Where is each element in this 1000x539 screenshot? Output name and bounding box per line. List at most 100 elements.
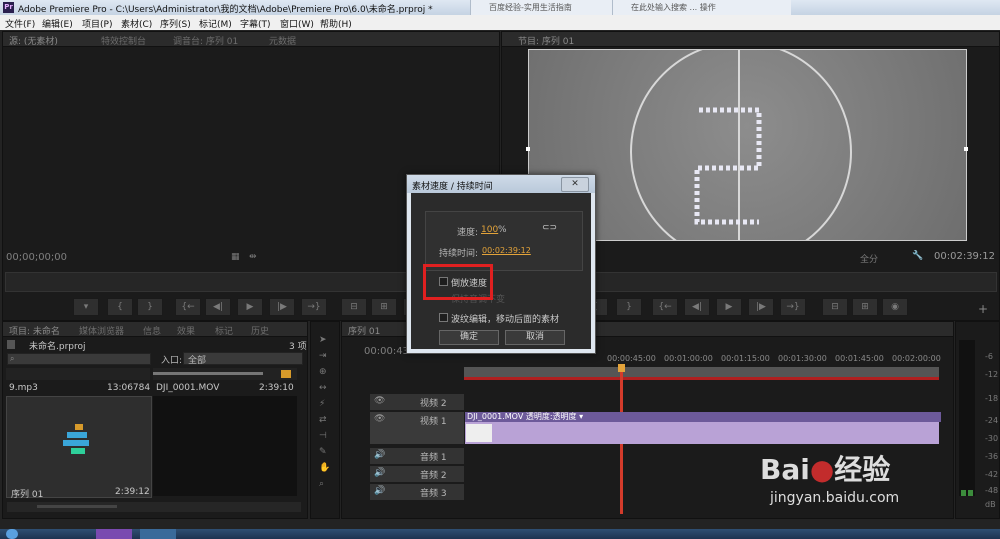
- ruler-tick-2: 00:01:00:00: [664, 354, 713, 363]
- project-panel: 项目: 未命名 媒体浏览器 信息 效果 标记 历史 未命名.prproj 3 项…: [2, 321, 308, 519]
- program-goto-in-button[interactable]: {←: [652, 298, 678, 316]
- menu-project[interactable]: 项目(P): [82, 17, 112, 30]
- project-item-name-3[interactable]: 序列 01: [11, 487, 43, 500]
- start-button[interactable]: [6, 529, 18, 539]
- menu-sequence[interactable]: 序列(S): [160, 17, 191, 30]
- program-panel-header: 节目: 序列 01: [502, 32, 999, 47]
- source-marker-button[interactable]: ▾: [73, 298, 99, 316]
- speaker-icon[interactable]: 🔊: [374, 486, 385, 496]
- project-item-empty-slot: [153, 396, 297, 496]
- program-lift-button[interactable]: ⊟: [822, 298, 848, 316]
- speaker-icon[interactable]: 🔊: [374, 450, 385, 460]
- source-in-button[interactable]: {: [107, 298, 133, 316]
- speaker-icon[interactable]: 🔊: [374, 468, 385, 478]
- program-timecode: 00:02:39:12: [934, 251, 996, 262]
- tab-audio-mixer[interactable]: 调音台: 序列 01: [173, 34, 238, 47]
- timeline-ruler[interactable]: 00:00:45:00 00:01:00:00 00:01:15:00 00:0…: [607, 354, 947, 366]
- frame-handle-right[interactable]: [964, 147, 968, 151]
- track-header-video1: 👁 视频 1: [370, 412, 464, 444]
- speed-unit: %: [498, 225, 507, 235]
- project-item-name-2[interactable]: DJI_0001.MOV: [156, 383, 219, 393]
- project-item-duration-3: 2:39:12: [115, 487, 150, 497]
- source-goto-out-button[interactable]: →}: [301, 298, 327, 316]
- track-label-video1: 视频 1: [420, 417, 447, 427]
- baidu-paw-icon: ●: [809, 453, 835, 486]
- project-entry-select[interactable]: 全部: [183, 352, 303, 366]
- source-insert-button[interactable]: ⊟: [341, 298, 367, 316]
- source-step-back-button[interactable]: ◀|: [205, 298, 231, 316]
- eye-icon[interactable]: 👁: [374, 414, 385, 424]
- browser-tab-2[interactable]: 在此处输入搜索 ... 操作: [612, 0, 791, 15]
- tab-sequence-01[interactable]: 序列 01: [348, 324, 380, 337]
- menu-marker[interactable]: 标记(M): [199, 17, 232, 30]
- tab-media-browser[interactable]: 媒体浏览器: [79, 324, 124, 337]
- work-area-bar[interactable]: [464, 367, 939, 377]
- program-step-forward-button[interactable]: |▶: [748, 298, 774, 316]
- project-search-input[interactable]: ⌕: [7, 353, 151, 365]
- speed-value[interactable]: 100: [481, 225, 498, 235]
- program-add-button-icon[interactable]: +: [978, 302, 988, 316]
- program-fit-select[interactable]: 全分: [860, 252, 878, 265]
- program-step-back-button[interactable]: ◀|: [684, 298, 710, 316]
- track-header-audio2: 🔊 音频 2: [370, 466, 464, 482]
- watermark-brand: Bai: [760, 453, 810, 486]
- menu-window[interactable]: 窗口(W): [280, 17, 314, 30]
- frame-handle-left[interactable]: [526, 147, 530, 151]
- search-icon: ⌕: [10, 354, 15, 363]
- source-out-button[interactable]: }: [137, 298, 163, 316]
- ripple-edit-checkbox[interactable]: [439, 313, 448, 322]
- program-export-frame-button[interactable]: ◉: [882, 298, 908, 316]
- menu-title[interactable]: 字幕(T): [240, 17, 271, 30]
- menu-help[interactable]: 帮助(H): [320, 17, 352, 30]
- program-wrench-icon[interactable]: 🔧: [912, 251, 923, 261]
- menu-file[interactable]: 文件(F): [5, 17, 35, 30]
- program-extract-button[interactable]: ⊞: [852, 298, 878, 316]
- source-film-icon[interactable]: ▦: [231, 252, 240, 262]
- source-goto-in-button[interactable]: {←: [175, 298, 201, 316]
- link-icon[interactable]: ⊂⊃: [542, 223, 557, 233]
- tool-icons[interactable]: ➤ ⇥ ⊕ ↔ ⚡ ⇄ ⊣ ✎ ✋ ⌕: [319, 332, 330, 492]
- source-panel-header: 源: (无素材) 特效控制台 调音台: 序列 01 元数据: [3, 32, 499, 47]
- duration-label: 持续时间:: [439, 249, 479, 259]
- taskbar-app-button[interactable]: [140, 529, 176, 539]
- menu-edit[interactable]: 编辑(E): [42, 17, 73, 30]
- menu-clip[interactable]: 素材(C): [121, 17, 152, 30]
- premiere-app-icon: Pr: [3, 2, 14, 13]
- tab-program[interactable]: 节目: 序列 01: [518, 34, 574, 47]
- tab-history[interactable]: 历史: [251, 324, 269, 337]
- source-overwrite-button[interactable]: ⊞: [371, 298, 397, 316]
- zoom-slider[interactable]: [37, 505, 117, 508]
- ok-button[interactable]: 确定: [439, 330, 499, 345]
- source-play-button[interactable]: ▶: [237, 298, 263, 316]
- meter-label: -30: [985, 434, 999, 443]
- meter-label: dB: [985, 500, 996, 509]
- tab-info[interactable]: 信息: [143, 324, 161, 337]
- tab-source[interactable]: 源: (无素材): [9, 34, 58, 47]
- ruler-tick-1: 00:00:45:00: [607, 354, 656, 363]
- tab-effects[interactable]: 效果: [177, 324, 195, 337]
- video-clip-dji-0001[interactable]: DJI_0001.MOV 透明度:透明度 ▾: [465, 412, 941, 444]
- project-item-sequence-thumb[interactable]: [6, 396, 152, 498]
- project-name: 未命名.prproj: [29, 342, 86, 352]
- tab-markers[interactable]: 标记: [215, 324, 233, 337]
- source-step-forward-button[interactable]: |▶: [269, 298, 295, 316]
- eye-icon[interactable]: 👁: [374, 396, 385, 406]
- duration-value[interactable]: 00:02:39:12: [482, 246, 531, 255]
- highlight-box: [423, 264, 493, 300]
- project-item-name-1[interactable]: 9.mp3: [9, 383, 38, 393]
- tab-project[interactable]: 项目: 未命名: [9, 324, 60, 337]
- tools-panel: ➤ ⇥ ⊕ ↔ ⚡ ⇄ ⊣ ✎ ✋ ⌕: [310, 321, 340, 519]
- program-goto-out-button[interactable]: →}: [780, 298, 806, 316]
- program-out-button[interactable]: }: [616, 298, 642, 316]
- browser-tab-1[interactable]: 百度经验-实用生活指南: [470, 0, 629, 15]
- dialog-close-button[interactable]: ✕: [561, 177, 589, 192]
- tab-effect-controls[interactable]: 特效控制台: [101, 34, 146, 47]
- taskbar-premiere-button[interactable]: [96, 529, 132, 539]
- watermark-url: jingyan.baidu.com: [770, 490, 900, 506]
- track-label-audio1: 音频 1: [420, 453, 447, 463]
- program-play-button[interactable]: ▶: [716, 298, 742, 316]
- source-settings-icon[interactable]: ⇹: [249, 252, 257, 262]
- playhead-handle[interactable]: [618, 364, 625, 372]
- tab-metadata[interactable]: 元数据: [269, 34, 296, 47]
- cancel-button[interactable]: 取消: [505, 330, 565, 345]
